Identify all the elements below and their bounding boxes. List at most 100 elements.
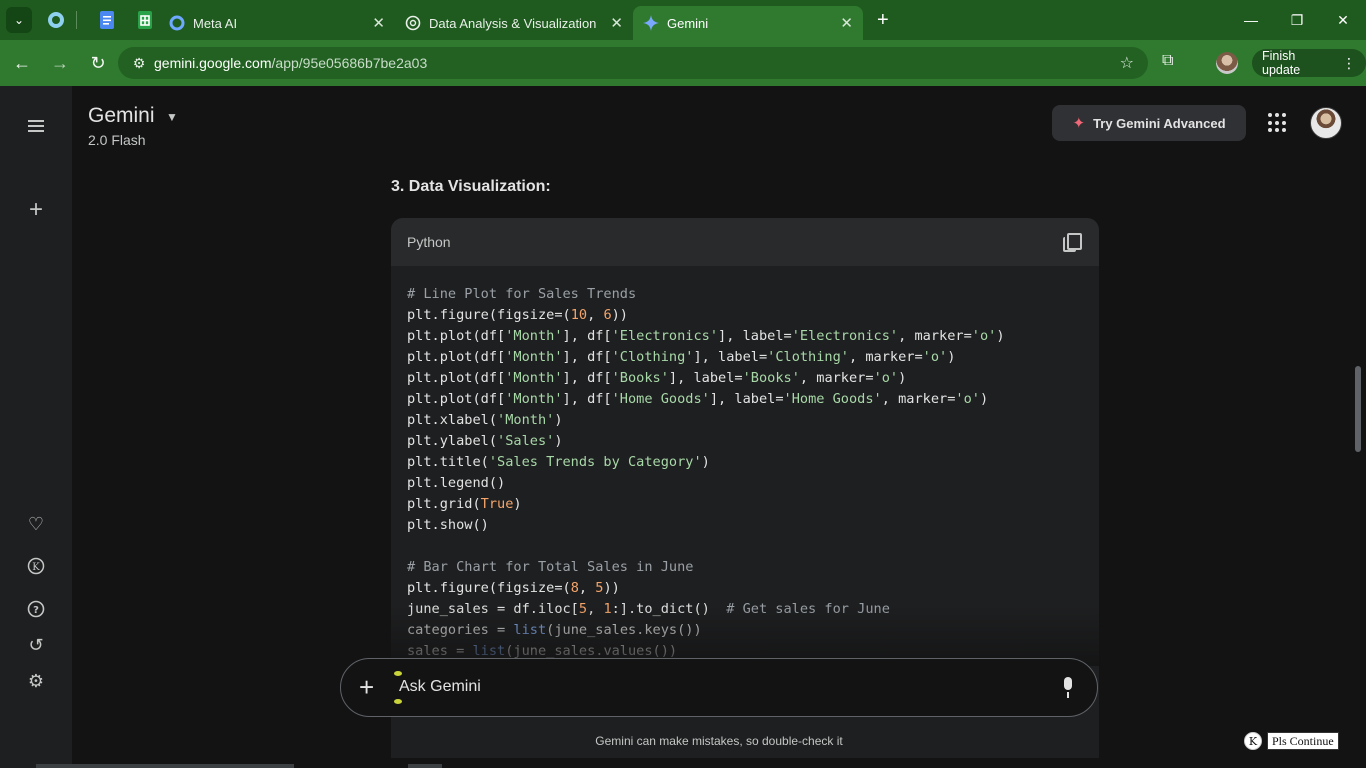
code-line: # Line Plot for Sales Trends xyxy=(407,284,1083,305)
scroll-fade-overlay xyxy=(391,606,1099,666)
address-bar[interactable]: ⚙ gemini.google.com/app/95e05686b7be2a03… xyxy=(118,47,1148,79)
code-line: plt.xlabel('Month') xyxy=(407,410,1083,431)
code-token: plt.title( xyxy=(407,454,489,470)
code-token: , marker= xyxy=(881,391,956,407)
model-name[interactable]: 2.0 Flash xyxy=(88,132,146,148)
section-heading: 3. Data Visualization: xyxy=(391,178,551,195)
pinned-tab-google-sheets[interactable] xyxy=(131,6,159,34)
code-token: ], label= xyxy=(718,328,792,344)
code-token: 'Month' xyxy=(505,391,563,407)
window-close-icon[interactable]: ✕ xyxy=(1320,0,1366,40)
tab-data-analysis[interactable]: Data Analysis & Visualization ✕ xyxy=(395,6,633,40)
copy-code-icon[interactable] xyxy=(1063,233,1082,252)
menu-hamburger-icon[interactable] xyxy=(22,112,50,140)
k-extension-icon[interactable]: K xyxy=(22,552,50,580)
tab-divider xyxy=(76,11,77,29)
horizontal-scrollbar[interactable] xyxy=(36,764,294,768)
code-token: 'Month' xyxy=(505,349,563,365)
pls-continue-button[interactable]: Pls Continue xyxy=(1267,732,1339,750)
code-token: 'Clothing' xyxy=(611,349,694,365)
code-content: # Line Plot for Sales Trends plt.figure(f… xyxy=(391,266,1099,662)
close-icon[interactable]: ✕ xyxy=(610,14,623,32)
code-token: ) xyxy=(947,349,956,365)
code-line: plt.plot(df['Month'], df['Clothing'], la… xyxy=(407,347,1083,368)
code-token: ], df[ xyxy=(562,370,612,386)
prompt-placeholder[interactable]: Ask Gemini xyxy=(399,678,481,696)
add-attachment-plus-icon[interactable]: + xyxy=(359,672,374,702)
new-tab-button[interactable]: + xyxy=(877,9,889,32)
k-badge-icon[interactable]: K xyxy=(1244,732,1262,750)
gems-heart-icon[interactable]: ♡ xyxy=(22,510,50,538)
code-token: 10 xyxy=(570,307,588,323)
site-info-icon[interactable]: ⚙ xyxy=(124,55,154,72)
google-docs-icon xyxy=(100,11,114,29)
tab-title: Meta AI xyxy=(193,15,238,31)
code-block-header: Python xyxy=(391,218,1099,266)
code-line: plt.plot(df['Month'], df['Books'], label… xyxy=(407,368,1083,389)
code-token: plt.plot(df[ xyxy=(407,349,506,365)
code-token: plt.legend() xyxy=(407,475,506,491)
close-icon[interactable]: ✕ xyxy=(840,14,853,32)
prompt-input-box[interactable]: + Ask Gemini xyxy=(340,658,1098,717)
code-line: plt.title('Sales Trends by Category') xyxy=(407,452,1083,473)
restore-icon[interactable]: ❐ xyxy=(1274,0,1320,40)
disclaimer-text: Gemini can make mistakes, so double-chec… xyxy=(595,734,843,748)
code-token: ], label= xyxy=(709,391,784,407)
tab-meta-ai[interactable]: Meta AI ✕ xyxy=(159,6,395,40)
extensions-puzzle-icon[interactable]: ⧉ xyxy=(1162,52,1173,70)
pinned-tab-chatgpt[interactable] xyxy=(42,6,70,34)
code-token: 'Clothing' xyxy=(767,349,849,365)
pinned-tab-google-docs[interactable] xyxy=(93,6,121,34)
close-icon[interactable]: ✕ xyxy=(372,14,385,32)
text-cursor-indicator xyxy=(394,671,402,705)
code-token: plt.figure(figsize=( xyxy=(407,580,571,596)
code-token: 'Month' xyxy=(505,370,563,386)
finish-update-button[interactable]: Finish update ⋮ xyxy=(1252,49,1366,77)
url-text[interactable]: gemini.google.com/app/95e05686b7be2a03 xyxy=(154,55,427,71)
microphone-icon[interactable] xyxy=(1061,677,1075,699)
code-line: plt.ylabel('Sales') xyxy=(407,431,1083,452)
activity-history-icon[interactable]: ↺ xyxy=(22,631,50,659)
minimize-icon[interactable]: — xyxy=(1228,0,1274,40)
browser-profile-avatar[interactable] xyxy=(1216,52,1238,74)
page-scrollbar-thumb[interactable] xyxy=(1355,366,1361,452)
new-chat-plus-icon[interactable]: + xyxy=(22,196,50,224)
code-token: plt.show() xyxy=(407,517,489,533)
try-gemini-advanced-button[interactable]: ✦ Try Gemini Advanced xyxy=(1052,105,1246,141)
help-icon[interactable]: ? xyxy=(22,595,50,623)
code-token: , xyxy=(587,307,604,323)
code-token: 'o' xyxy=(922,349,948,365)
code-token: 'Electronics' xyxy=(791,328,899,344)
tab-search-chevron-icon[interactable]: ⌄ xyxy=(6,7,32,33)
tab-gemini[interactable]: Gemini ✕ xyxy=(633,6,863,40)
back-arrow-icon[interactable]: ← xyxy=(6,47,38,79)
code-token: 'Month' xyxy=(497,412,555,428)
openai-icon xyxy=(48,12,64,28)
code-line: plt.plot(df['Month'], df['Electronics'],… xyxy=(407,326,1083,347)
window-controls: — ❐ ✕ xyxy=(1228,0,1366,40)
code-token: , marker= xyxy=(848,349,923,365)
url-host: gemini.google.com xyxy=(154,55,272,71)
code-token: 'Books' xyxy=(611,370,669,386)
code-token: ) xyxy=(513,496,522,512)
account-avatar[interactable] xyxy=(1310,107,1342,139)
reload-icon[interactable]: ↻ xyxy=(82,47,114,79)
code-token: 'Home Goods' xyxy=(783,391,882,407)
code-language-label: Python xyxy=(407,234,451,250)
code-token: plt.grid( xyxy=(407,496,481,512)
forward-arrow-icon[interactable]: → xyxy=(44,47,76,79)
code-line: plt.show() xyxy=(407,515,1083,536)
code-token: plt.plot(df[ xyxy=(407,391,506,407)
code-token: ], df[ xyxy=(562,349,612,365)
bookmark-star-icon[interactable]: ☆ xyxy=(1120,53,1134,73)
code-token: 'Month' xyxy=(505,328,563,344)
code-token: ) xyxy=(996,328,1005,344)
app-title[interactable]: Gemini xyxy=(88,104,155,128)
code-token: 'Home Goods' xyxy=(611,391,710,407)
svg-text:K: K xyxy=(32,562,40,573)
gemini-icon xyxy=(643,15,659,31)
model-dropdown-caret-icon[interactable]: ▼ xyxy=(166,110,178,124)
settings-gear-icon[interactable]: ⚙ xyxy=(22,667,50,695)
code-line: plt.plot(df['Month'], df['Home Goods'], … xyxy=(407,389,1083,410)
google-apps-grid-icon[interactable] xyxy=(1268,113,1288,133)
